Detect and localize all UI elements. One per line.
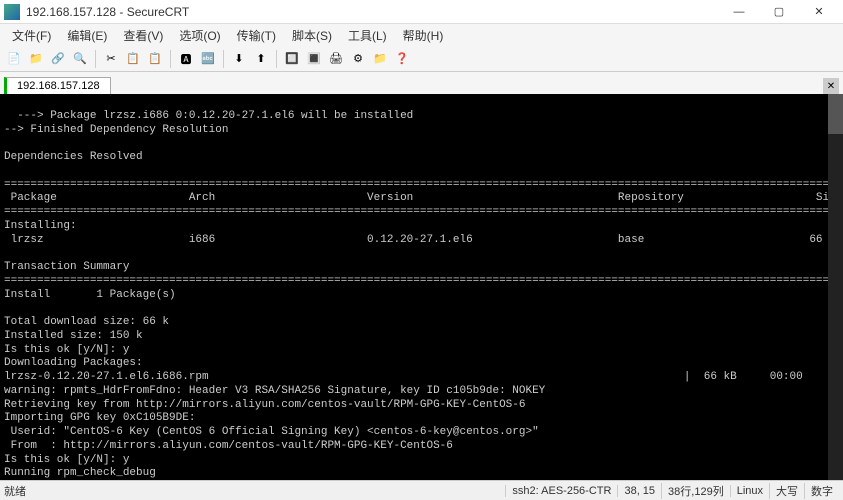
font-icon[interactable]: 🅰: [176, 49, 196, 69]
status-rows-cols: 38行,129列: [661, 483, 730, 499]
window-controls: — ▢ ✕: [719, 1, 839, 23]
minimize-button[interactable]: —: [719, 1, 759, 23]
menu-view[interactable]: 查看(V): [115, 25, 171, 46]
tabbar: 192.168.157.128 ✕: [0, 72, 843, 94]
help-icon[interactable]: ❓: [392, 49, 412, 69]
status-ssh: ssh2: AES-256-CTR: [505, 485, 617, 497]
connect-icon[interactable]: 🔗: [48, 49, 68, 69]
new-session-icon[interactable]: 📄: [4, 49, 24, 69]
menu-tools[interactable]: 工具(L): [340, 25, 395, 46]
copy-icon[interactable]: 📋: [123, 49, 143, 69]
close-button[interactable]: ✕: [799, 1, 839, 23]
app-icon: [4, 4, 20, 20]
separator-icon: [276, 50, 277, 68]
print-icon[interactable]: 🖨: [326, 49, 346, 69]
scrollbar-thumb[interactable]: [828, 94, 843, 134]
separator-icon: [170, 50, 171, 68]
toolbar: 📄 📁 🔗 🔍 ✂ 📋 📋 🅰 🔤 ⬇ ⬆ 🔲 🔳 🖨 ⚙ 📁 ❓: [0, 46, 843, 72]
paste-icon[interactable]: 📋: [145, 49, 165, 69]
tab-label: 192.168.157.128: [17, 80, 100, 92]
menu-file[interactable]: 文件(F): [4, 25, 59, 46]
menubar: 文件(F) 编辑(E) 查看(V) 选项(O) 传输(T) 脚本(S) 工具(L…: [0, 24, 843, 46]
cut-icon[interactable]: ✂: [101, 49, 121, 69]
status-terminal-type: Linux: [730, 485, 769, 497]
folder-icon[interactable]: 📁: [370, 49, 390, 69]
tab-close-icon[interactable]: ✕: [823, 78, 839, 94]
download-icon[interactable]: ⬇: [229, 49, 249, 69]
status-cursor-pos: 38, 15: [617, 485, 661, 497]
window-title: 192.168.157.128 - SecureCRT: [26, 5, 719, 19]
upload-icon[interactable]: ⬆: [251, 49, 271, 69]
menu-edit[interactable]: 编辑(E): [59, 25, 115, 46]
statusbar: 就绪 ssh2: AES-256-CTR 38, 15 38行,129列 Lin…: [0, 480, 843, 500]
fullscreen-icon[interactable]: 🔲: [282, 49, 302, 69]
separator-icon: [223, 50, 224, 68]
window-icon[interactable]: 🔳: [304, 49, 324, 69]
terminal-output[interactable]: ---> Package lrzsz.i686 0:0.12.20-27.1.e…: [0, 94, 843, 480]
titlebar: 192.168.157.128 - SecureCRT — ▢ ✕: [0, 0, 843, 24]
find-icon[interactable]: 🔍: [70, 49, 90, 69]
separator-icon: [95, 50, 96, 68]
terminal-scrollbar[interactable]: [828, 94, 843, 480]
maximize-button[interactable]: ▢: [759, 1, 799, 23]
menu-options[interactable]: 选项(O): [171, 25, 228, 46]
color-icon[interactable]: 🔤: [198, 49, 218, 69]
status-ready: 就绪: [4, 483, 505, 499]
status-caps: 大写: [769, 483, 804, 499]
menu-script[interactable]: 脚本(S): [284, 25, 340, 46]
menu-transfer[interactable]: 传输(T): [229, 25, 284, 46]
session-tab[interactable]: 192.168.157.128: [4, 77, 111, 94]
menu-help[interactable]: 帮助(H): [395, 25, 452, 46]
status-num: 数字: [804, 483, 839, 499]
settings-icon[interactable]: ⚙: [348, 49, 368, 69]
open-icon[interactable]: 📁: [26, 49, 46, 69]
